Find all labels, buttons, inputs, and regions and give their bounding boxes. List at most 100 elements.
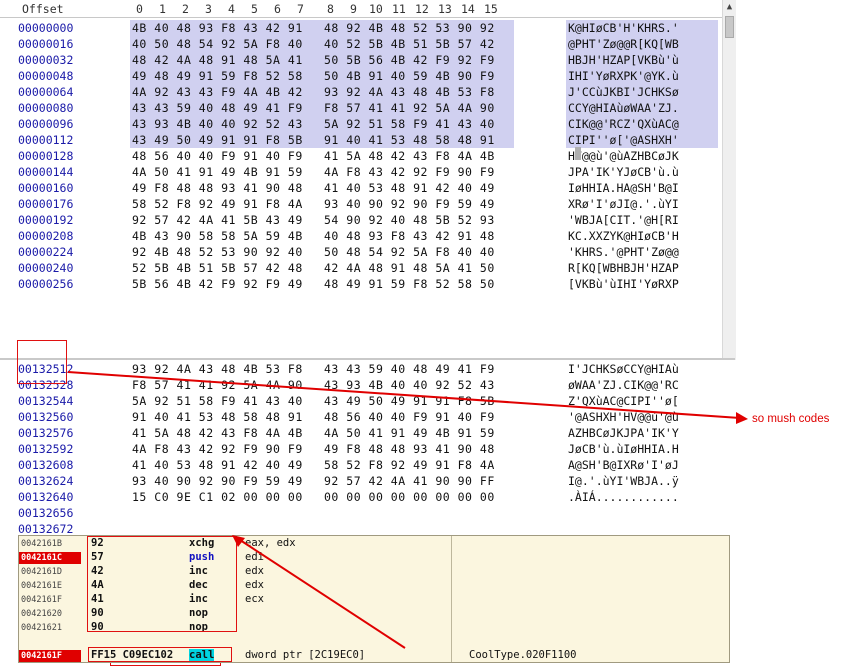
offset-cell: 00000224 — [18, 245, 74, 259]
offset-cell: 00000208 — [18, 229, 74, 243]
hex-row[interactable]: 00000080 43 43 59 40 48 49 41 F9 F8 57 41 … — [0, 100, 722, 116]
offset-cell: 00000112 — [18, 133, 74, 147]
hex-row[interactable]: 00132640 15 C0 9E C1 02 00 00 00 00 00 00 … — [0, 489, 722, 505]
offset-cell: 00132640 — [18, 490, 74, 504]
hex-row[interactable]: 00000128 48 56 40 40 F9 91 40 F9 41 5A 48 … — [0, 148, 722, 164]
hex-row[interactable]: 00132576 41 5A 48 42 43 F8 4A 4B 4A 50 41 … — [0, 425, 722, 441]
ascii-text: JøCB'ù.ùIøHHIA.H — [568, 442, 679, 456]
scroll-thumb[interactable] — [725, 16, 734, 38]
col-14: 14 — [461, 2, 475, 16]
ascii-text: JPA'IK'YJøCB'ù.ù — [568, 165, 679, 179]
hex-bytes-right: 91 40 41 53 48 58 48 91 — [324, 133, 495, 147]
hex-bytes-right: 4A F8 43 42 92 F9 90 F9 — [324, 165, 495, 179]
disasm-address: 0042161F — [19, 650, 81, 662]
hex-bytes-right: 50 48 54 92 5A F8 40 40 — [324, 245, 495, 259]
offset-cell: 00000176 — [18, 197, 74, 211]
hex-bytes-left: 91 40 41 53 48 58 48 91 — [132, 410, 303, 424]
hex-row[interactable]: 00000224 92 4B 48 52 53 90 92 40 50 48 54 … — [0, 244, 722, 260]
hex-bytes-right: 49 F8 48 48 93 41 90 48 — [324, 442, 495, 456]
hex-row[interactable]: 00132560 91 40 41 53 48 58 48 91 48 56 40 … — [0, 409, 722, 425]
hex-row[interactable]: 00132656 — [0, 505, 722, 521]
hex-row[interactable]: 00132528 F8 57 41 41 92 5A 4A 90 43 93 4B … — [0, 377, 722, 393]
hex-row[interactable]: 00000016 40 50 48 54 92 5A F8 40 40 52 5B … — [0, 36, 722, 52]
opcode-bytes-box — [87, 536, 237, 632]
offset-jump-box — [17, 340, 67, 384]
hex-row[interactable]: 00132624 93 40 90 92 90 F9 59 49 92 57 42 … — [0, 473, 722, 489]
offset-cell: 00000016 — [18, 37, 74, 51]
ascii-text: A@SH'B@IXRø'I'øJ — [568, 458, 679, 472]
hex-bytes-left: 48 56 40 40 F9 91 40 F9 — [132, 149, 303, 163]
hex-row[interactable]: 00000096 43 93 4B 40 40 92 52 43 5A 92 51 … — [0, 116, 722, 132]
disasm-address: 0042161D — [21, 567, 62, 577]
column-header: Offset 0 1 2 3 4 5 6 7 8 9 10 11 12 13 1… — [0, 0, 735, 18]
hex-row[interactable]: 00132592 4A F8 43 42 92 F9 90 F9 49 F8 48 … — [0, 441, 722, 457]
offset-cell: 00000144 — [18, 165, 74, 179]
offset-cell: 00000096 — [18, 117, 74, 131]
hex-row[interactable]: 00000160 49 F8 48 48 93 41 90 48 41 40 53 … — [0, 180, 722, 196]
hex-bytes-left: 43 93 4B 40 40 92 52 43 — [132, 117, 303, 131]
hex-bytes-right: 43 93 4B 40 40 92 52 43 — [324, 378, 495, 392]
hex-bytes-right: 5A 92 51 58 F9 41 43 40 — [324, 117, 495, 131]
col-12: 12 — [415, 2, 429, 16]
hex-bytes-right: 40 48 93 F8 43 42 91 48 — [324, 229, 495, 243]
ascii-text: I'JCHKSøCCY@HIAù — [568, 362, 679, 376]
hex-row[interactable]: 00000064 4A 92 43 43 F9 4A 4B 42 93 92 4A … — [0, 84, 722, 100]
hex-row[interactable]: 00000256 5B 56 4B 42 F9 92 F9 49 48 49 91 … — [0, 276, 722, 292]
col-8: 8 — [327, 2, 334, 16]
col-4: 4 — [228, 2, 235, 16]
hex-bytes-left: 92 57 42 4A 41 5B 43 49 — [132, 213, 303, 227]
hex-row[interactable]: 00000176 58 52 F8 92 49 91 F8 4A 93 40 90 … — [0, 196, 722, 212]
hex-bytes-right: 43 43 59 40 48 49 41 F9 — [324, 362, 495, 376]
hex-row[interactable]: 00000208 4B 43 90 58 58 5A 59 4B 40 48 93 … — [0, 228, 722, 244]
disasm-operands: ecx — [245, 593, 264, 605]
hex-row[interactable]: 00000048 49 48 49 91 59 F8 52 58 50 4B 91 … — [0, 68, 722, 84]
annotation-text: so mush codes — [752, 413, 830, 425]
offset-cell: 00000160 — [18, 181, 74, 195]
hex-row[interactable]: 00000144 4A 50 41 91 49 4B 91 59 4A F8 43 … — [0, 164, 722, 180]
hex-row[interactable]: 00132544 5A 92 51 58 F9 41 43 40 43 49 50 … — [0, 393, 722, 409]
hex-row[interactable]: 00000032 48 42 4A 48 91 48 5A 41 50 5B 56 … — [0, 52, 722, 68]
hex-row[interactable]: 00132608 41 40 53 48 91 42 40 49 58 52 F8 … — [0, 457, 722, 473]
offset-cell: 00132608 — [18, 458, 74, 472]
hex-bytes-right: 58 52 F8 92 49 91 F8 4A — [324, 458, 495, 472]
ascii-text: I@.'.ùYI'WBJA..ÿ — [568, 474, 679, 488]
hex-bytes-right: 93 92 4A 43 48 4B 53 F8 — [324, 85, 495, 99]
offset-cell: 00132544 — [18, 394, 74, 408]
offset-cell: 00000080 — [18, 101, 74, 115]
hex-bytes-left: 43 49 50 49 91 91 F8 5B — [132, 133, 303, 147]
hex-bytes-left: 5B 56 4B 42 F9 92 F9 49 — [132, 277, 303, 291]
hex-bytes-right: 50 4B 91 40 59 4B 90 F9 — [324, 69, 495, 83]
scroll-up-icon[interactable]: ▲ — [723, 2, 736, 14]
col-7: 7 — [297, 2, 304, 16]
ascii-text: '@ASHXH'HV@@ù'@ù — [568, 410, 679, 424]
ascii-text: K@HIøCB'H'KHRS.' — [568, 21, 679, 35]
vertical-scrollbar[interactable]: ▲ — [722, 0, 736, 360]
hex-bytes-right: 40 52 5B 4B 51 5B 57 42 — [324, 37, 495, 51]
hex-bytes-left: 41 5A 48 42 43 F8 4A 4B — [132, 426, 303, 440]
hex-row[interactable]: 00000192 92 57 42 4A 41 5B 43 49 54 90 92 … — [0, 212, 722, 228]
hex-bytes-left: 52 5B 4B 51 5B 57 42 48 — [132, 261, 303, 275]
disasm-address: 00421620 — [21, 609, 62, 619]
hex-bytes-right: 00 00 00 00 00 00 00 00 — [324, 490, 495, 504]
hex-bytes-right: 93 40 90 92 90 F9 59 49 — [324, 197, 495, 211]
ascii-text: øWAA'ZJ.CIK@@'RC — [568, 378, 679, 392]
hex-bytes-left: 4B 43 90 58 58 5A 59 4B — [132, 229, 303, 243]
offset-header: Offset — [22, 2, 64, 16]
ascii-text: 'KHRS.'@PHT'Zø@@ — [568, 245, 679, 259]
col-10: 10 — [369, 2, 383, 16]
hex-bytes-right: 54 90 92 40 48 5B 52 93 — [324, 213, 495, 227]
hex-row[interactable]: 00000240 52 5B 4B 51 5B 57 42 48 42 4A 48 … — [0, 260, 722, 276]
hex-row[interactable]: 00132512 93 92 4A 43 48 4B 53 F8 43 43 59 … — [0, 361, 722, 377]
disassembly-popup[interactable]: 0042161B 92 xchg eax, edx 0042161C 57 push edi 0… — [18, 535, 730, 663]
ascii-text: KC.XXZYK@HIøCB'H — [568, 229, 679, 243]
hex-row[interactable]: 00000000 4B 40 48 93 F8 43 42 91 48 92 4B … — [0, 20, 722, 36]
offset-cell: 00132576 — [18, 426, 74, 440]
disasm-operands: eax, edx — [245, 537, 296, 549]
hex-bytes-right: 4A 50 41 91 49 4B 91 59 — [324, 426, 495, 440]
hex-row[interactable]: 00000112 43 49 50 49 91 91 F8 5B 91 40 41 … — [0, 132, 722, 148]
hex-bytes-left: 40 50 48 54 92 5A F8 40 — [132, 37, 303, 51]
ascii-text: Z'QXùAC@CIPI''ø[ — [568, 394, 679, 408]
view-separator — [0, 358, 735, 360]
hex-bytes-right: 43 49 50 49 91 91 F8 5B — [324, 394, 495, 408]
offset-cell: 00000000 — [18, 21, 74, 35]
